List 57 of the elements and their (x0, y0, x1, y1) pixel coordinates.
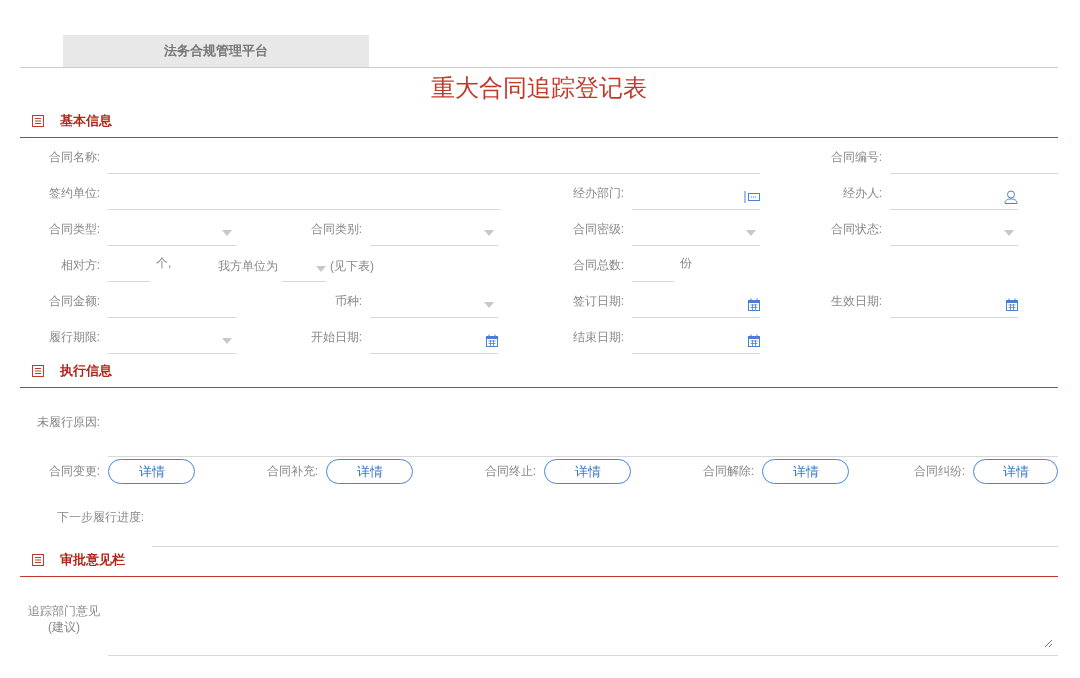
dropdown-caret-icon (484, 229, 494, 236)
field-label: 合同总数: (571, 257, 625, 274)
list-icon (32, 114, 44, 127)
list-icon (32, 364, 44, 377)
section-title: 执行信息 (60, 361, 112, 380)
dropdown-caret-icon (1004, 229, 1014, 236)
dropdown-caret-icon (746, 229, 756, 236)
field-label: 追踪部门意见(建议) (27, 603, 101, 635)
person-icon (1004, 189, 1018, 204)
dropdown-caret-icon (484, 301, 494, 308)
form-title: 重大合同追踪登记表 (430, 73, 648, 103)
dropdown-caret-icon (222, 337, 232, 344)
unit-text: 份 (680, 255, 692, 272)
field-label: 开始日期: (309, 329, 363, 346)
field-label: 签订日期: (571, 293, 625, 310)
details-button[interactable]: 详情 (108, 459, 195, 484)
calendar-icon (748, 334, 760, 347)
field-label: 合同变更: (47, 463, 100, 480)
calendar-icon (748, 298, 760, 311)
field-label: 签约单位: (47, 185, 101, 202)
note-text: (见下表) (330, 258, 374, 275)
details-button[interactable]: 详情 (544, 459, 631, 484)
field-label: 合同金额: (47, 293, 101, 310)
field-label: 经办人: (841, 185, 883, 202)
field-label: 未履行原因: (35, 414, 100, 431)
field-label: 结束日期: (571, 329, 625, 346)
details-button[interactable]: 详情 (762, 459, 849, 484)
list-icon (32, 553, 44, 566)
field-label: 合同状态: (829, 221, 883, 238)
field-label: 合同纠纷: (912, 463, 966, 480)
field-label: 下一步履行进度: (55, 509, 144, 526)
dropdown-caret-icon (222, 229, 232, 236)
dropdown-caret-icon (316, 265, 326, 272)
field-label: 相对方: (59, 257, 101, 274)
field-label: 经办部门: (571, 185, 625, 202)
organization-icon (744, 189, 760, 204)
field-label: 币种: (333, 293, 363, 310)
field-label: 合同终止: (483, 463, 536, 480)
field-label: 合同名称: (47, 149, 101, 166)
resize-grip-icon (1044, 639, 1052, 647)
field-label: 合同解除: (701, 463, 754, 480)
field-label: 合同类别: (309, 221, 363, 238)
details-button[interactable]: 详情 (973, 459, 1058, 484)
platform-tab[interactable]: 法务合规管理平台 (63, 35, 369, 67)
field-label: 合同编号: (829, 149, 883, 166)
section-title: 审批意见栏 (60, 550, 125, 569)
unit-text: 个, (156, 255, 172, 272)
field-label: 合同类型: (47, 221, 101, 238)
field-label: 合同补充: (265, 463, 318, 480)
field-label: 合同密级: (571, 221, 625, 238)
field-label: 生效日期: (829, 293, 883, 310)
field-label: 履行期限: (47, 329, 101, 346)
details-button[interactable]: 详情 (326, 459, 413, 484)
calendar-icon (1006, 298, 1018, 311)
section-title: 基本信息 (60, 111, 112, 130)
calendar-icon (486, 334, 498, 347)
field-label: 我方单位为 (218, 258, 278, 275)
